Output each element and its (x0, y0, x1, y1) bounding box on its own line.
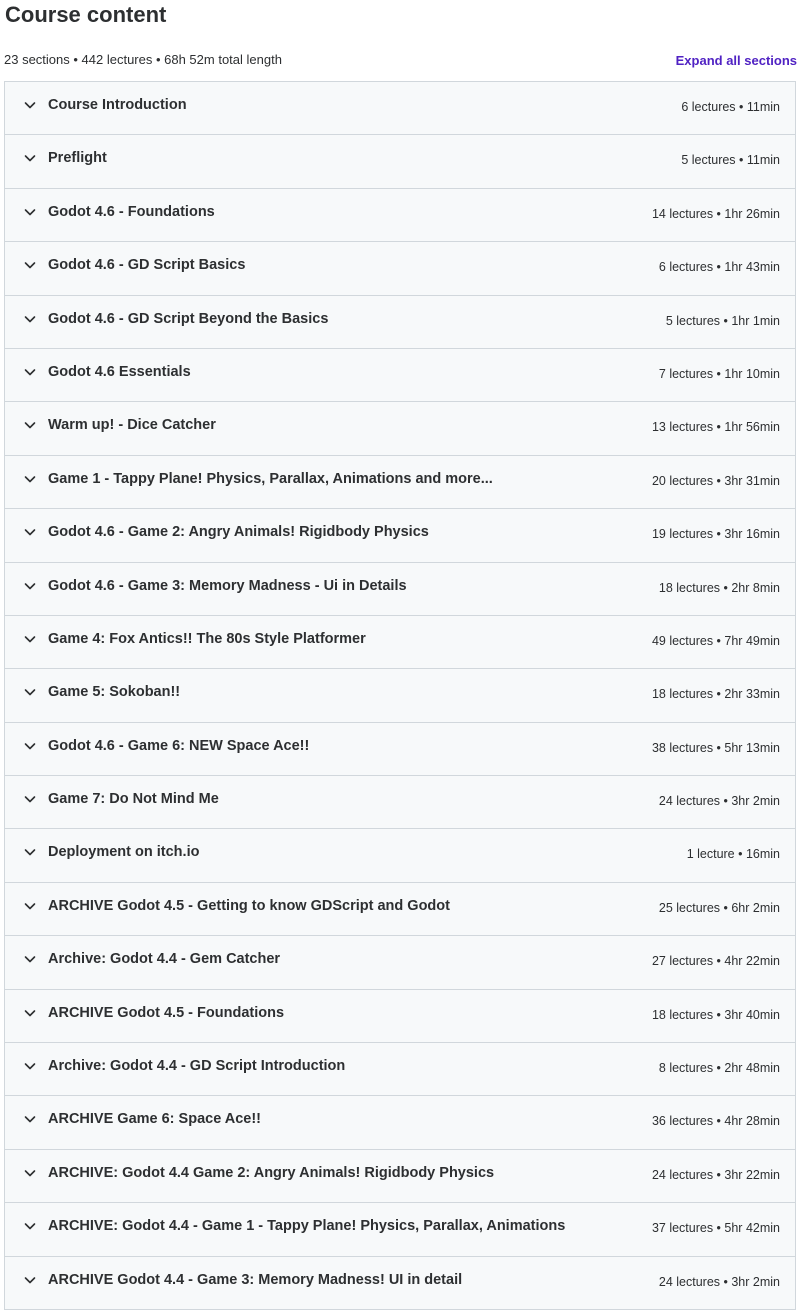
section-row[interactable]: Godot 4.6 - Foundations 14 lectures • 1hr… (5, 188, 795, 243)
section-title: ARCHIVE: Godot 4.4 - Game 1 - Tappy Plan… (48, 1218, 566, 1235)
section-title: Godot 4.6 - Foundations (48, 203, 215, 220)
section-row[interactable]: ARCHIVE Godot 4.5 - Getting to know GDSc… (5, 882, 795, 937)
section-meta: 20 lectures • 3hr 31min (651, 473, 780, 488)
section-title: Archive: Godot 4.4 - Gem Catcher (48, 951, 281, 968)
section-meta: 24 lectures • 3hr 2min (658, 1274, 780, 1289)
chevron-down-icon[interactable] (23, 1273, 37, 1287)
section-title: Game 7: Do Not Mind Me (48, 791, 219, 808)
section-title: ARCHIVE Godot 4.5 - Foundations (48, 1004, 285, 1021)
section-title: Game 1 - Tappy Plane! Physics, Parallax,… (48, 470, 493, 487)
section-meta: 18 lectures • 3hr 40min (651, 1007, 780, 1022)
chevron-down-icon[interactable] (23, 952, 37, 966)
section-meta: 8 lectures • 2hr 48min (658, 1061, 780, 1076)
section-meta: 14 lectures • 1hr 26min (651, 206, 780, 221)
section-row[interactable]: ARCHIVE: Godot 4.4 - Game 1 - Tappy Plan… (5, 1203, 795, 1257)
section-row[interactable]: Godot 4.6 - Game 2: Angry Animals! Rigid… (5, 509, 795, 563)
section-meta: 25 lectures • 6hr 2min (658, 900, 780, 915)
section-title: Godot 4.6 - GD Script Beyond the Basics (48, 310, 329, 327)
chevron-down-icon[interactable] (23, 632, 37, 646)
chevron-down-icon[interactable] (23, 365, 37, 379)
section-title: Deployment on itch.io (48, 844, 200, 861)
chevron-down-icon[interactable] (23, 739, 37, 753)
chevron-down-icon[interactable] (23, 579, 37, 593)
section-title: Game 4: Fox Antics!! The 80s Style Platf… (48, 630, 366, 647)
section-row[interactable]: Godot 4.6 - GD Script Beyond the Basics 5… (5, 295, 795, 349)
section-meta: 1 lecture • 16min (686, 847, 780, 862)
section-meta: 18 lectures • 2hr 33min (651, 687, 780, 702)
chevron-down-icon[interactable] (23, 151, 37, 165)
section-row[interactable]: Godot 4.6 - Game 3: Memory Madness - Ui … (5, 562, 795, 616)
chevron-down-icon[interactable] (23, 792, 37, 806)
section-title: Godot 4.6 - GD Script Basics (48, 257, 246, 274)
section-row[interactable]: Deployment on itch.io 1 lecture • 16min (5, 829, 795, 883)
section-meta: 37 lectures • 5hr 42min (651, 1221, 780, 1236)
chevron-down-icon[interactable] (23, 899, 37, 913)
section-row[interactable]: ARCHIVE: Godot 4.4 Game 2: Angry Animals… (5, 1149, 795, 1204)
section-title: Godot 4.6 - Game 3: Memory Madness - Ui … (48, 577, 407, 594)
section-row[interactable]: Game 1 - Tappy Plane! Physics, Parallax,… (5, 455, 795, 510)
chevron-down-icon[interactable] (23, 312, 37, 326)
section-meta: 7 lectures • 1hr 10min (658, 366, 780, 381)
section-title: Preflight (48, 150, 107, 167)
section-meta: 24 lectures • 3hr 22min (651, 1167, 780, 1182)
section-title: Warm up! - Dice Catcher (48, 417, 216, 434)
section-row[interactable]: Game 5: Sokoban!! 18 lectures • 2hr 33min (5, 669, 795, 723)
section-row[interactable]: ARCHIVE Godot 4.4 - Game 3: Memory Madne… (5, 1256, 795, 1310)
section-title: ARCHIVE Godot 4.5 - Getting to know GDSc… (48, 897, 450, 914)
section-title: ARCHIVE: Godot 4.4 Game 2: Angry Animals… (48, 1164, 495, 1181)
section-row[interactable]: Godot 4.6 - GD Script Basics 6 lectures •… (5, 242, 795, 296)
sections-list: Course Introduction 6 lectures • 11min Pre… (4, 81, 796, 1310)
section-meta: 49 lectures • 7hr 49min (651, 633, 780, 648)
section-row[interactable]: ARCHIVE Game 6: Space Ace!! 36 lectures •… (5, 1096, 795, 1150)
course-stats-row: 23 sections • 442 lectures • 68h 52m tot… (0, 50, 800, 72)
section-title: Godot 4.6 - Game 2: Angry Animals! Rigid… (48, 524, 429, 541)
section-title: ARCHIVE Godot 4.4 - Game 3: Memory Madne… (48, 1271, 463, 1288)
section-meta: 19 lectures • 3hr 16min (651, 527, 780, 542)
course-content-panel: Course content 23 sections • 442 lecture… (0, 0, 800, 1313)
course-stats: 23 sections • 442 lectures • 68h 52m tot… (4, 52, 282, 67)
section-meta: 6 lectures • 11min (681, 100, 780, 114)
section-title: Godot 4.6 - Game 6: NEW Space Ace!! (48, 737, 310, 754)
chevron-down-icon[interactable] (23, 418, 37, 432)
section-meta: 27 lectures • 4hr 22min (651, 954, 780, 969)
expand-all-sections-button[interactable]: Expand all sections (676, 53, 797, 68)
section-title: ARCHIVE Game 6: Space Ace!! (48, 1111, 262, 1128)
chevron-down-icon[interactable] (23, 472, 37, 486)
chevron-down-icon[interactable] (23, 98, 37, 112)
section-title: Godot 4.6 Essentials (48, 363, 191, 380)
section-row[interactable]: Godot 4.6 - Game 6: NEW Space Ace!! 38 le… (5, 722, 795, 777)
chevron-down-icon[interactable] (23, 258, 37, 272)
section-meta: 5 lectures • 1hr 1min (665, 313, 780, 328)
chevron-down-icon[interactable] (23, 1166, 37, 1180)
section-meta: 36 lectures • 4hr 28min (651, 1114, 780, 1129)
section-row[interactable]: Warm up! - Dice Catcher 13 lectures • 1hr… (5, 402, 795, 456)
chevron-down-icon[interactable] (23, 525, 37, 539)
section-row[interactable]: Godot 4.6 Essentials 7 lectures • 1hr 10m… (5, 348, 795, 403)
chevron-down-icon[interactable] (23, 1219, 37, 1233)
chevron-down-icon[interactable] (23, 205, 37, 219)
chevron-down-icon[interactable] (23, 1059, 37, 1073)
section-meta: 18 lectures • 2hr 8min (658, 580, 780, 595)
section-title: Archive: Godot 4.4 - GD Script Introduct… (48, 1058, 346, 1075)
section-row[interactable]: Course Introduction 6 lectures • 11min (5, 82, 795, 136)
chevron-down-icon[interactable] (23, 1006, 37, 1020)
section-meta: 13 lectures • 1hr 56min (651, 420, 780, 435)
chevron-down-icon[interactable] (23, 685, 37, 699)
section-row[interactable]: Game 4: Fox Antics!! The 80s Style Platf… (5, 615, 795, 670)
section-row[interactable]: Preflight 5 lectures • 11min (5, 135, 795, 189)
section-title: Course Introduction (48, 97, 187, 113)
section-row[interactable]: Game 7: Do Not Mind Me 24 lectures • 3hr … (5, 776, 795, 830)
section-meta: 38 lectures • 5hr 13min (651, 740, 780, 755)
section-row[interactable]: Archive: Godot 4.4 - Gem Catcher 27 lectu… (5, 936, 795, 990)
section-meta: 5 lectures • 11min (681, 153, 780, 168)
section-meta: 24 lectures • 3hr 2min (658, 794, 780, 809)
section-row[interactable]: Archive: Godot 4.4 - GD Script Introduct… (5, 1043, 795, 1097)
chevron-down-icon[interactable] (23, 845, 37, 859)
page-title: Course content (5, 2, 167, 27)
section-title: Game 5: Sokoban!! (48, 684, 181, 701)
chevron-down-icon[interactable] (23, 1112, 37, 1126)
section-meta: 6 lectures • 1hr 43min (658, 260, 780, 275)
section-row[interactable]: ARCHIVE Godot 4.5 - Foundations 18 lectur… (5, 989, 795, 1044)
